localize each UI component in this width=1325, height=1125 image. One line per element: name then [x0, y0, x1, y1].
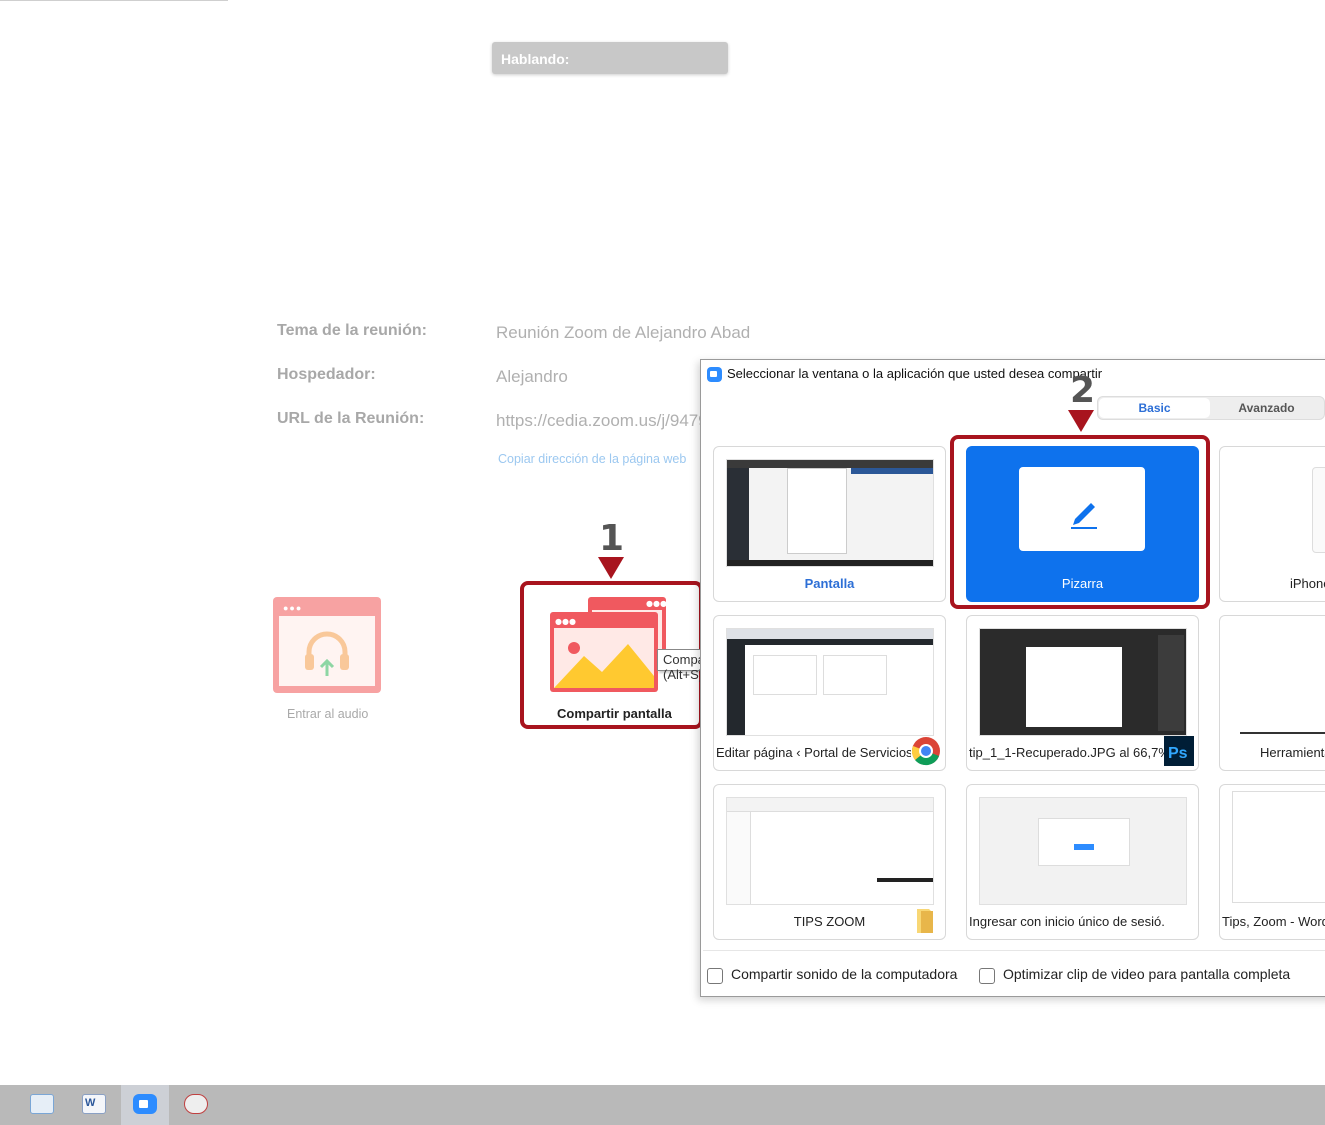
zoom-meeting-window: Hablando: Tema de la reunión: Reunión Zo…: [0, 0, 1325, 1125]
copy-url-link[interactable]: Copiar dirección de la página web: [498, 452, 686, 466]
share-sound-label: Compartir sonido de la computadora: [731, 966, 958, 982]
taskbar-explorer[interactable]: [0, 1085, 12, 1125]
tile-label: Editar página ‹ Portal de Servicios...: [716, 745, 911, 760]
share-screen-icon[interactable]: ●●● ●●●: [548, 594, 670, 694]
photoshop-icon: Ps: [1164, 736, 1194, 766]
chrome-thumbnail: [726, 628, 934, 736]
join-audio-label: Entrar al audio: [287, 707, 369, 721]
tile-label: TIPS ZOOM: [793, 914, 866, 929]
audio-card-body: [279, 616, 375, 686]
share-sound-checkbox[interactable]: [707, 968, 723, 984]
dialog-divider: [703, 950, 1325, 951]
explorer-thumbnail: [726, 797, 934, 905]
optimize-video-label: Optimizar clip de video para pantalla co…: [1003, 966, 1291, 982]
taskbar-word[interactable]: W: [70, 1085, 118, 1125]
tab-advanced[interactable]: Avanzado: [1211, 398, 1322, 418]
headphones-icon: [305, 631, 349, 676]
sso-thumbnail: [979, 797, 1187, 905]
svg-text:●●●: ●●●: [646, 599, 667, 608]
share-tile-screen[interactable]: Pantalla: [713, 446, 946, 602]
svg-text:Ps: Ps: [1168, 745, 1188, 762]
host-label: Hospedador:: [277, 366, 376, 383]
topic-value: Reunión Zoom de Alejandro Abad: [496, 323, 751, 342]
share-tile-photoshop[interactable]: tip_1_1-Recuperado.JPG al 66,7% ... Ps: [966, 615, 1199, 771]
taskbar-control-panel[interactable]: [18, 1085, 66, 1125]
step-arrow-2: [1068, 410, 1094, 432]
speaking-indicator: Hablando:: [492, 42, 728, 74]
tile-label: tip_1_1-Recuperado.JPG al 66,7% ...: [969, 745, 1164, 760]
speaking-label: Hablando:: [501, 51, 570, 67]
join-audio-button[interactable]: ●●●: [273, 597, 381, 693]
word-icon: W: [82, 1094, 106, 1114]
window-dots-icon: ●●●: [283, 603, 303, 613]
url-value: https://cedia.zoom.us/j/9479: [496, 411, 708, 430]
screen-thumbnail: [726, 459, 934, 567]
tile-label: iPhone: [1290, 576, 1325, 591]
zoom-icon: [133, 1094, 157, 1114]
share-tile-explorer[interactable]: TIPS ZOOM: [713, 784, 946, 940]
folder-icon: [917, 909, 933, 933]
topic-label: Tema de la reunión:: [277, 322, 427, 339]
svg-text:●●●: ●●●: [555, 617, 576, 626]
optimize-video-checkbox[interactable]: [979, 968, 995, 984]
step-marker-1: 1: [599, 518, 625, 559]
host-value: Alejandro: [496, 367, 568, 386]
tile-label: Ingresar con inicio único de sesió...: [969, 914, 1164, 929]
tab-basic[interactable]: Basic: [1099, 398, 1210, 418]
dialog-title: Seleccionar la ventana o la aplicación q…: [727, 366, 1103, 381]
url-label: URL de la Reunión:: [277, 410, 425, 427]
share-tile-chrome[interactable]: Editar página ‹ Portal de Servicios...: [713, 615, 946, 771]
control-panel-icon: [30, 1094, 54, 1114]
tile-label: Pantalla: [804, 576, 855, 591]
taskbar-snipping[interactable]: [172, 1085, 220, 1125]
share-tile-sso-login[interactable]: Ingresar con inicio único de sesió...: [966, 784, 1199, 940]
tile-label: Herramientas: [1260, 745, 1325, 760]
snipping-tool-icon: [184, 1094, 208, 1114]
taskbar: W: [0, 1085, 1325, 1125]
taskbar-zoom[interactable]: [121, 1085, 169, 1125]
zoom-logo-icon: [707, 367, 722, 382]
share-tile-tools[interactable]: Herramientas: [1219, 615, 1325, 771]
share-tile-iphone[interactable]: iPhone: [1219, 446, 1325, 602]
tile-label: Tips, Zoom - Word: [1222, 914, 1325, 929]
step-marker-2: 2: [1070, 370, 1096, 411]
whiteboard-highlight: [950, 435, 1210, 609]
top-divider: [0, 0, 228, 1]
photoshop-thumbnail: [979, 628, 1187, 736]
share-screen-label: Compartir pantalla: [557, 706, 672, 721]
share-tile-word[interactable]: Tips, Zoom - Word: [1219, 784, 1325, 940]
step-arrow-1: [598, 557, 624, 579]
share-mode-tabs: Basic Avanzado: [1097, 396, 1325, 420]
chrome-icon: [911, 737, 940, 766]
